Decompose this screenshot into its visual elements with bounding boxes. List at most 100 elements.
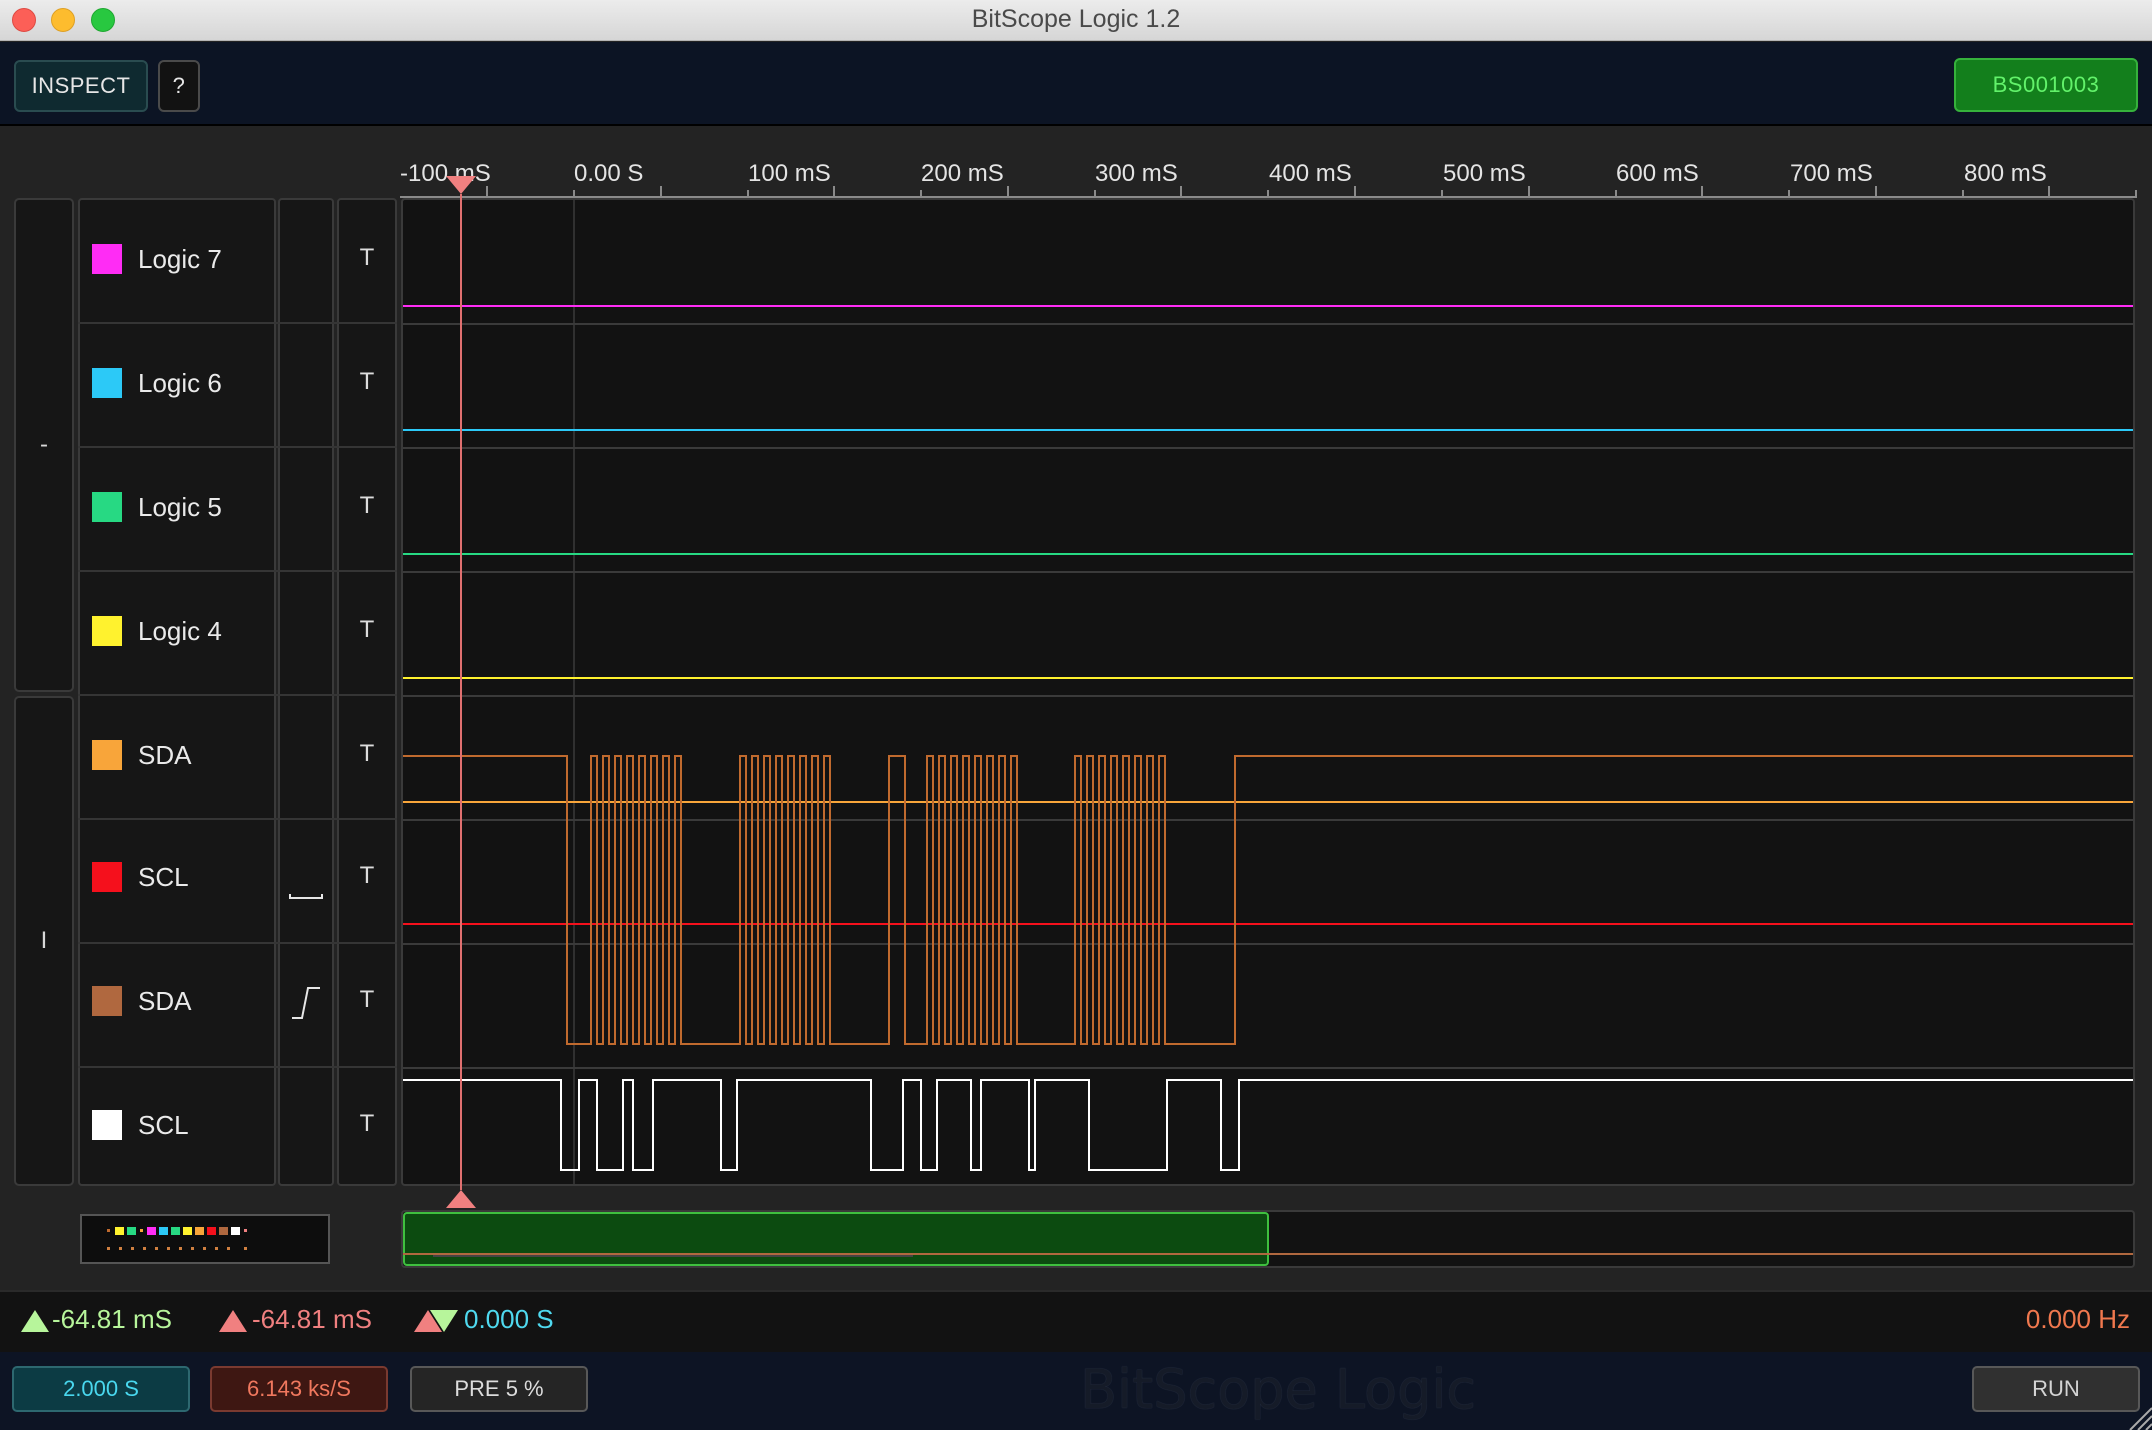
- ruler-label: 700 mS: [1790, 160, 1873, 187]
- help-button[interactable]: ?: [158, 60, 200, 112]
- row-divider: [78, 322, 397, 324]
- channel-name[interactable]: Logic 6: [138, 368, 222, 399]
- channel-name[interactable]: Logic 5: [138, 492, 222, 523]
- group-tab-bottom[interactable]: I: [14, 696, 74, 1186]
- cursor-a-time: -64.81 mS: [52, 1304, 172, 1334]
- device-id-button[interactable]: BS001003: [1954, 58, 2138, 112]
- channel-name[interactable]: SCL: [138, 862, 189, 893]
- channel-color-swatch[interactable]: [92, 492, 122, 522]
- sample-rate-button[interactable]: 6.143 ks/S: [210, 1366, 388, 1412]
- channel-color-swatch[interactable]: [92, 1110, 122, 1140]
- waveform-display[interactable]: [401, 198, 2135, 1186]
- channel-label-column: [78, 198, 276, 1186]
- ruler-tick: [833, 186, 836, 198]
- ruler-label: 100 mS: [748, 160, 831, 187]
- row-divider: [78, 942, 397, 944]
- trigger-toggle[interactable]: T: [357, 986, 377, 1014]
- ruler-tick-minor: [1961, 190, 1964, 198]
- ruler-tick-minor: [2135, 190, 2138, 198]
- channel-mini-map-graphic: [107, 1227, 247, 1250]
- scl-active-trace: [403, 1079, 2133, 1171]
- ruler-tick-minor: [1441, 190, 1443, 198]
- channel-name[interactable]: Logic 7: [138, 244, 222, 275]
- trigger-toggle[interactable]: T: [357, 1110, 377, 1138]
- channel-mini-map[interactable]: [80, 1214, 330, 1264]
- waveform-canvas: [403, 200, 2133, 1184]
- ruler-label: 0.00 S: [574, 160, 644, 187]
- ruler-label: 200 mS: [921, 160, 1004, 187]
- trigger-toggle[interactable]: T: [357, 862, 377, 890]
- row-divider: [78, 818, 397, 820]
- sda-active-trace: [403, 755, 2133, 1045]
- channel-name[interactable]: SDA: [138, 986, 191, 1017]
- ruler-tick: [1354, 186, 1356, 198]
- trigger-column: [337, 198, 397, 1186]
- cursor-b-time: -64.81 mS: [252, 1304, 372, 1334]
- resize-grip-icon[interactable]: [2126, 1404, 2152, 1430]
- trigger-toggle[interactable]: T: [357, 492, 377, 520]
- trigger-marker-top-handle[interactable]: [446, 176, 476, 194]
- trigger-toggle[interactable]: T: [357, 244, 377, 272]
- ruler-tick: [1180, 186, 1183, 198]
- ruler-tick-minor: [746, 190, 749, 198]
- channel-name[interactable]: SDA: [138, 740, 191, 771]
- trigger-toggle[interactable]: T: [357, 616, 377, 644]
- row-divider: [78, 1066, 397, 1068]
- channel-name[interactable]: SCL: [138, 1110, 189, 1141]
- ruler-tick: [1701, 186, 1704, 198]
- capture-overview[interactable]: [401, 1210, 2135, 1268]
- channel-color-swatch[interactable]: [92, 368, 122, 398]
- ruler-label: 800 mS: [1964, 160, 2047, 187]
- brand-watermark: BitScope Logic: [1080, 1358, 1477, 1421]
- group-tab-label: -: [40, 431, 48, 458]
- trigger-marker-line[interactable]: [460, 194, 462, 1190]
- channel-color-swatch[interactable]: [92, 244, 122, 274]
- row-divider: [78, 694, 397, 696]
- channel-color-swatch[interactable]: [92, 862, 122, 892]
- inspect-button[interactable]: INSPECT: [14, 60, 148, 112]
- channel-color-swatch[interactable]: [92, 986, 122, 1016]
- ruler-tick-minor: [1093, 190, 1096, 198]
- falling-edge-icon[interactable]: [286, 868, 326, 908]
- ruler-tick-minor: [1614, 190, 1617, 198]
- pre-trigger-button[interactable]: PRE 5 %: [410, 1366, 588, 1412]
- delta-icon: [414, 1310, 458, 1332]
- overview-traces: [403, 1253, 2133, 1257]
- channel-name[interactable]: Logic 4: [138, 616, 222, 647]
- cursor-b-icon: [219, 1310, 247, 1332]
- ruler-tick: [1527, 186, 1530, 198]
- ruler-tick-minor: [1788, 190, 1791, 198]
- trigger-toggle[interactable]: T: [357, 740, 377, 768]
- ruler-tick: [486, 186, 488, 198]
- frequency-readout: 0.000 Hz: [2025, 1304, 2130, 1334]
- group-tab-top[interactable]: -: [14, 198, 74, 692]
- ruler-label: 400 mS: [1269, 160, 1352, 187]
- row-divider: [78, 570, 397, 572]
- rising-edge-icon[interactable]: [286, 982, 326, 1022]
- ruler-tick-minor: [920, 190, 923, 198]
- trigger-toggle[interactable]: T: [357, 368, 377, 396]
- edge-trigger-column: [278, 198, 334, 1186]
- ruler-tick: [659, 186, 662, 198]
- ruler-label: 600 mS: [1616, 160, 1699, 187]
- ruler-tick: [1006, 186, 1009, 198]
- ruler-label: 300 mS: [1095, 160, 1178, 187]
- row-divider: [78, 446, 397, 448]
- duration-button[interactable]: 2.000 S: [12, 1366, 190, 1412]
- channel-color-swatch[interactable]: [92, 740, 122, 770]
- bottom-toolbar: 2.000 S 6.143 ks/S PRE 5 % BitScope Logi…: [0, 1352, 2152, 1430]
- group-tab-label: I: [40, 927, 48, 954]
- ruler-tick-minor: [573, 190, 575, 198]
- window-title: BitScope Logic 1.2: [971, 5, 1181, 33]
- channel-color-swatch[interactable]: [92, 616, 122, 646]
- ruler-label: 500 mS: [1443, 160, 1526, 187]
- top-toolbar: INSPECT ? BS001003: [0, 42, 2152, 126]
- run-button[interactable]: RUN: [1972, 1366, 2140, 1412]
- delta-time: 0.000 S: [464, 1304, 554, 1334]
- cursor-a-icon: [21, 1310, 49, 1332]
- status-bar: -64.81 mS -64.81 mS 0.000 S 0.000 Hz: [0, 1290, 2152, 1352]
- ruler-tick: [1874, 186, 1877, 198]
- ruler-tick-minor: [1267, 190, 1270, 198]
- trigger-marker-bottom-handle[interactable]: [446, 1190, 476, 1208]
- title-bar: BitScope Logic 1.2: [0, 0, 2152, 41]
